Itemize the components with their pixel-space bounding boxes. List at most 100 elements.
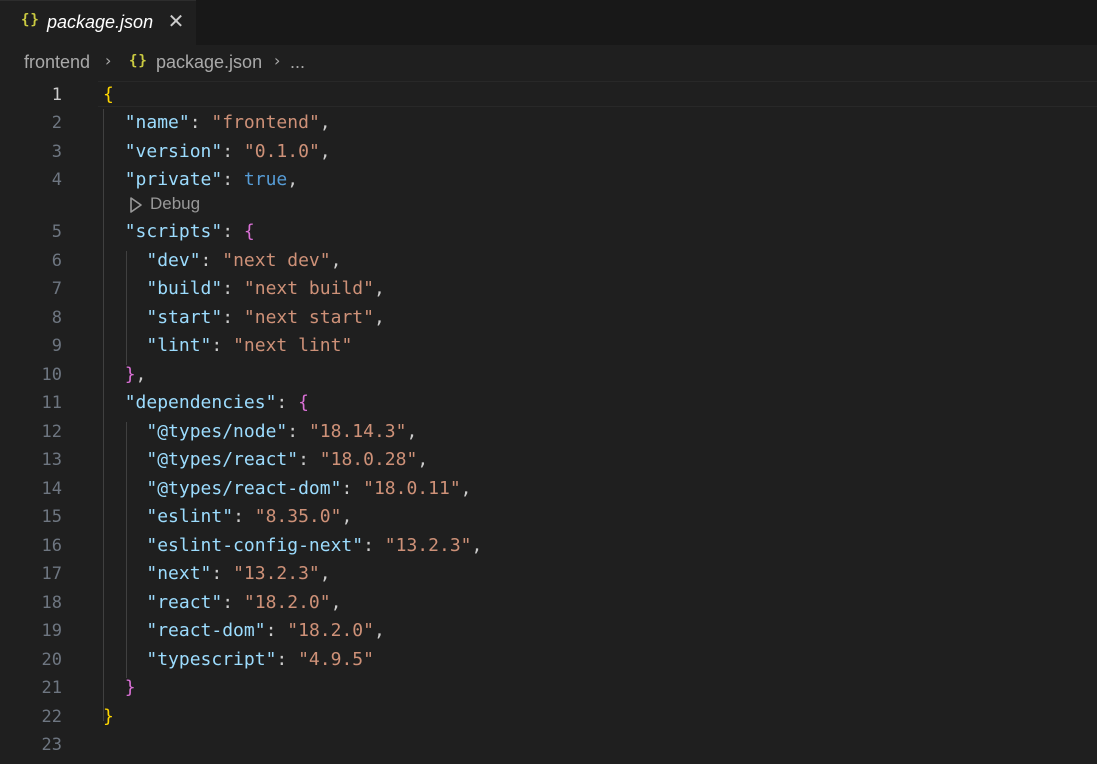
json-value: "next dev" [222,250,331,271]
json-key: "dependencies" [124,392,277,413]
code-line: 12 "@types/node": "18.14.3", [0,418,1097,446]
code-line: 15 "eslint": "8.35.0", [0,503,1097,531]
line-number: 20 [41,650,62,670]
code-line: 10 }, [0,361,1097,389]
json-key: "typescript" [146,649,277,670]
json-bracket: } [124,677,136,698]
line-number: 1 [51,85,62,105]
chevron-right-icon: › [274,51,281,70]
line-number: 13 [41,450,62,470]
line-number: 18 [41,593,62,613]
json-key: "@types/react-dom" [146,478,342,499]
json-key: "build" [146,278,223,299]
json-value: "18.0.11" [363,478,461,499]
json-value: "0.1.0" [243,141,320,162]
line-number: 15 [41,507,62,527]
line-number: 19 [41,621,62,641]
breadcrumb-folder[interactable]: frontend [24,52,90,73]
code-line: 17 "next": "13.2.3", [0,560,1097,588]
code-line: 9 "lint": "next lint" [0,332,1097,360]
line-number: 5 [51,222,62,242]
editor-tab-bar: {} package.json ✕ [0,0,1097,45]
json-file-icon: {} [129,53,148,69]
code-line: 19 "react-dom": "18.2.0", [0,617,1097,645]
json-key: "@types/react" [146,449,299,470]
play-icon [130,196,142,213]
json-value: "18.2.0" [243,592,331,613]
code-line: 11 "dependencies": { [0,389,1097,417]
json-key: "start" [146,307,223,328]
json-key: "react-dom" [146,620,266,641]
json-key: "react" [146,592,223,613]
json-key: "@types/node" [146,421,288,442]
json-key: "eslint" [146,506,234,527]
json-value: "next start" [243,307,374,328]
line-number: 14 [41,479,62,499]
chevron-right-icon: › [105,51,112,70]
json-bracket: { [243,221,255,242]
json-value: "18.14.3" [308,421,407,442]
code-line: 13 "@types/react": "18.0.28", [0,446,1097,474]
close-icon[interactable]: ✕ [166,9,186,33]
json-value: "13.2.3" [233,563,320,584]
line-number: 12 [41,422,62,442]
code-line: 16 "eslint-config-next": "13.2.3", [0,532,1097,560]
line-number: 10 [41,365,62,385]
code-line: 7 "build": "next build", [0,275,1097,303]
debug-codelens[interactable]: Debug [128,191,200,217]
line-number: 11 [41,393,62,413]
line-number: 23 [41,735,62,755]
json-bracket: } [124,364,136,385]
code-line: 2 "name": "frontend", [0,109,1097,137]
json-key: "next" [146,563,212,584]
json-key: "version" [124,141,223,162]
code-line: 22 } [0,703,1097,731]
json-key: "eslint-config-next" [146,535,364,556]
json-bracket: { [103,84,114,105]
line-number: 22 [41,707,62,727]
line-number: 6 [51,251,62,271]
json-value: "next build" [243,278,374,299]
breadcrumb-symbols[interactable]: ... [290,52,305,73]
code-line: 3 "version": "0.1.0", [0,138,1097,166]
json-value: "13.2.3" [384,535,472,556]
line-number: 16 [41,536,62,556]
tab-title: package.json [47,12,154,32]
code-line: 20 "typescript": "4.9.5" [0,646,1097,674]
code-line: 1 { [0,81,1097,109]
line-number: 9 [51,336,62,356]
breadcrumb: frontend › {} package.json › ... [0,45,1097,81]
json-bracket: } [103,706,114,727]
json-value: "8.35.0" [254,506,342,527]
json-value: "frontend" [211,112,320,133]
code-line: 18 "react": "18.2.0", [0,589,1097,617]
line-number: 2 [51,113,62,133]
json-value: "18.0.28" [319,449,418,470]
line-number: 21 [41,678,62,698]
line-number: 17 [41,564,62,584]
json-file-icon: {} [21,12,40,28]
json-key: "scripts" [124,221,223,242]
line-number: 8 [51,308,62,328]
code-line: 6 "dev": "next dev", [0,247,1097,275]
json-value: "next lint" [233,335,353,356]
code-line: 14 "@types/react-dom": "18.0.11", [0,475,1097,503]
debug-label: Debug [150,194,201,213]
code-editor[interactable]: 1 { 2 "name": "frontend", 3 "version": "… [0,81,1097,764]
line-number: 3 [51,142,62,162]
json-bracket: { [298,392,309,413]
breadcrumb-file[interactable]: package.json [156,52,262,73]
json-value: true [243,169,288,190]
json-key: "private" [124,169,223,190]
json-key: "lint" [146,335,212,356]
json-value: "18.2.0" [287,620,374,641]
json-key: "name" [124,112,190,133]
code-line: 5 "scripts": { [0,218,1097,246]
tab-package-json[interactable]: {} package.json ✕ [0,0,196,45]
json-key: "dev" [146,250,201,271]
code-line: 8 "start": "next start", [0,304,1097,332]
line-number: 4 [51,170,62,190]
code-line: 4 "private": true, [0,166,1097,194]
code-line: 21 } [0,674,1097,702]
code-line: 23 [0,731,1097,759]
